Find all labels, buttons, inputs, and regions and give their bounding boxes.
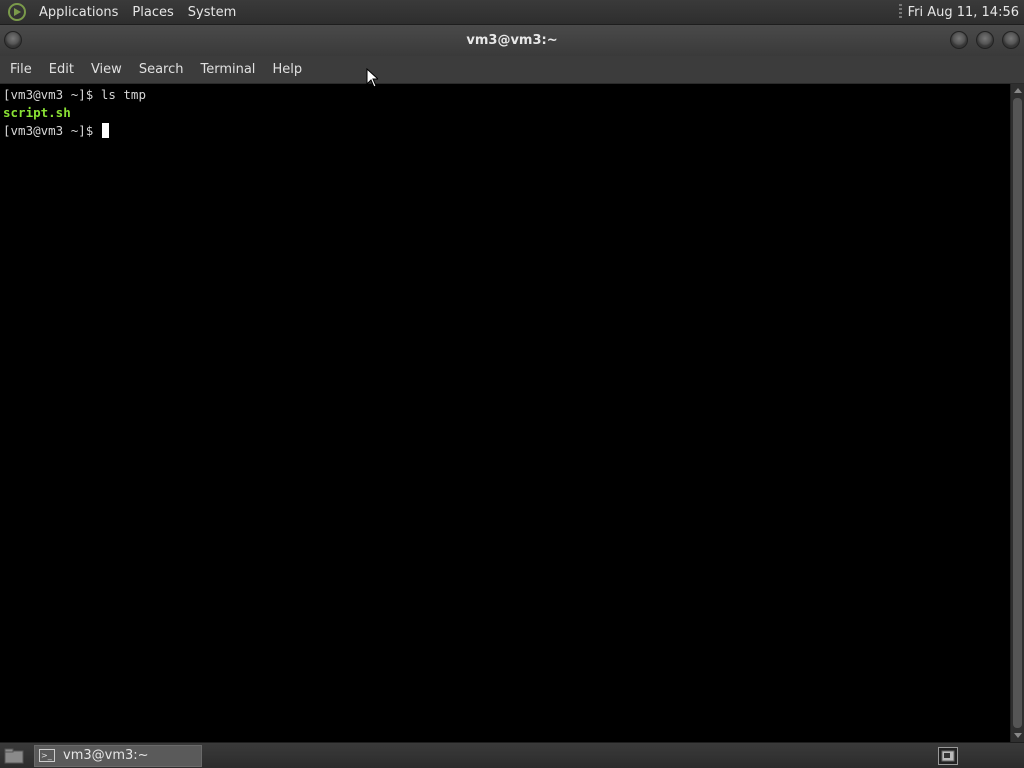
bottom-panel: >_ vm3@vm3:~ bbox=[0, 742, 1024, 768]
menu-view[interactable]: View bbox=[84, 56, 129, 84]
prompt-text: [vm3@vm3 ~]$ bbox=[3, 123, 101, 138]
terminal-line-command: [vm3@vm3 ~]$ ls tmp bbox=[3, 87, 146, 102]
terminal-menubar: File Edit View Search Terminal Help bbox=[0, 56, 1024, 84]
scrollbar-thumb[interactable] bbox=[1013, 98, 1022, 728]
places-menu[interactable]: Places bbox=[125, 0, 180, 25]
minimize-button[interactable] bbox=[950, 31, 968, 49]
window-title: vm3@vm3:~ bbox=[466, 33, 558, 48]
text-cursor bbox=[101, 123, 109, 138]
maximize-button[interactable] bbox=[976, 31, 994, 49]
scroll-up-arrow-icon[interactable] bbox=[1014, 88, 1022, 93]
menu-edit[interactable]: Edit bbox=[42, 56, 81, 84]
menu-search[interactable]: Search bbox=[132, 56, 191, 84]
applications-menu[interactable]: Applications bbox=[32, 0, 125, 25]
terminal-scrollbar[interactable] bbox=[1010, 84, 1024, 742]
taskbar-window-label: vm3@vm3:~ bbox=[63, 748, 149, 763]
taskbar-window-button[interactable]: >_ vm3@vm3:~ bbox=[34, 744, 202, 767]
menu-help[interactable]: Help bbox=[265, 56, 309, 84]
show-desktop-icon[interactable] bbox=[2, 746, 26, 766]
terminal-line-prompt: [vm3@vm3 ~]$ bbox=[3, 122, 1007, 140]
clock[interactable]: Fri Aug 11, 14:56 bbox=[908, 5, 1024, 20]
window-titlebar[interactable]: vm3@vm3:~ bbox=[0, 25, 1024, 56]
system-menu[interactable]: System bbox=[181, 0, 243, 25]
distro-logo-icon[interactable] bbox=[6, 2, 28, 22]
close-button[interactable] bbox=[1002, 31, 1020, 49]
menu-file[interactable]: File bbox=[3, 56, 39, 84]
scroll-down-arrow-icon[interactable] bbox=[1014, 733, 1022, 738]
top-panel: Applications Places System Fri Aug 11, 1… bbox=[0, 0, 1024, 25]
terminal-output[interactable]: [vm3@vm3 ~]$ ls tmp script.sh [vm3@vm3 ~… bbox=[0, 84, 1010, 742]
mouse-pointer-icon bbox=[366, 68, 378, 88]
terminal-line-output: script.sh bbox=[3, 105, 71, 120]
window-menu-button[interactable] bbox=[4, 31, 22, 49]
menu-terminal[interactable]: Terminal bbox=[193, 56, 262, 84]
panel-grip-handle[interactable] bbox=[898, 4, 902, 20]
terminal-icon: >_ bbox=[39, 749, 55, 762]
workspace-switcher[interactable] bbox=[938, 746, 958, 765]
